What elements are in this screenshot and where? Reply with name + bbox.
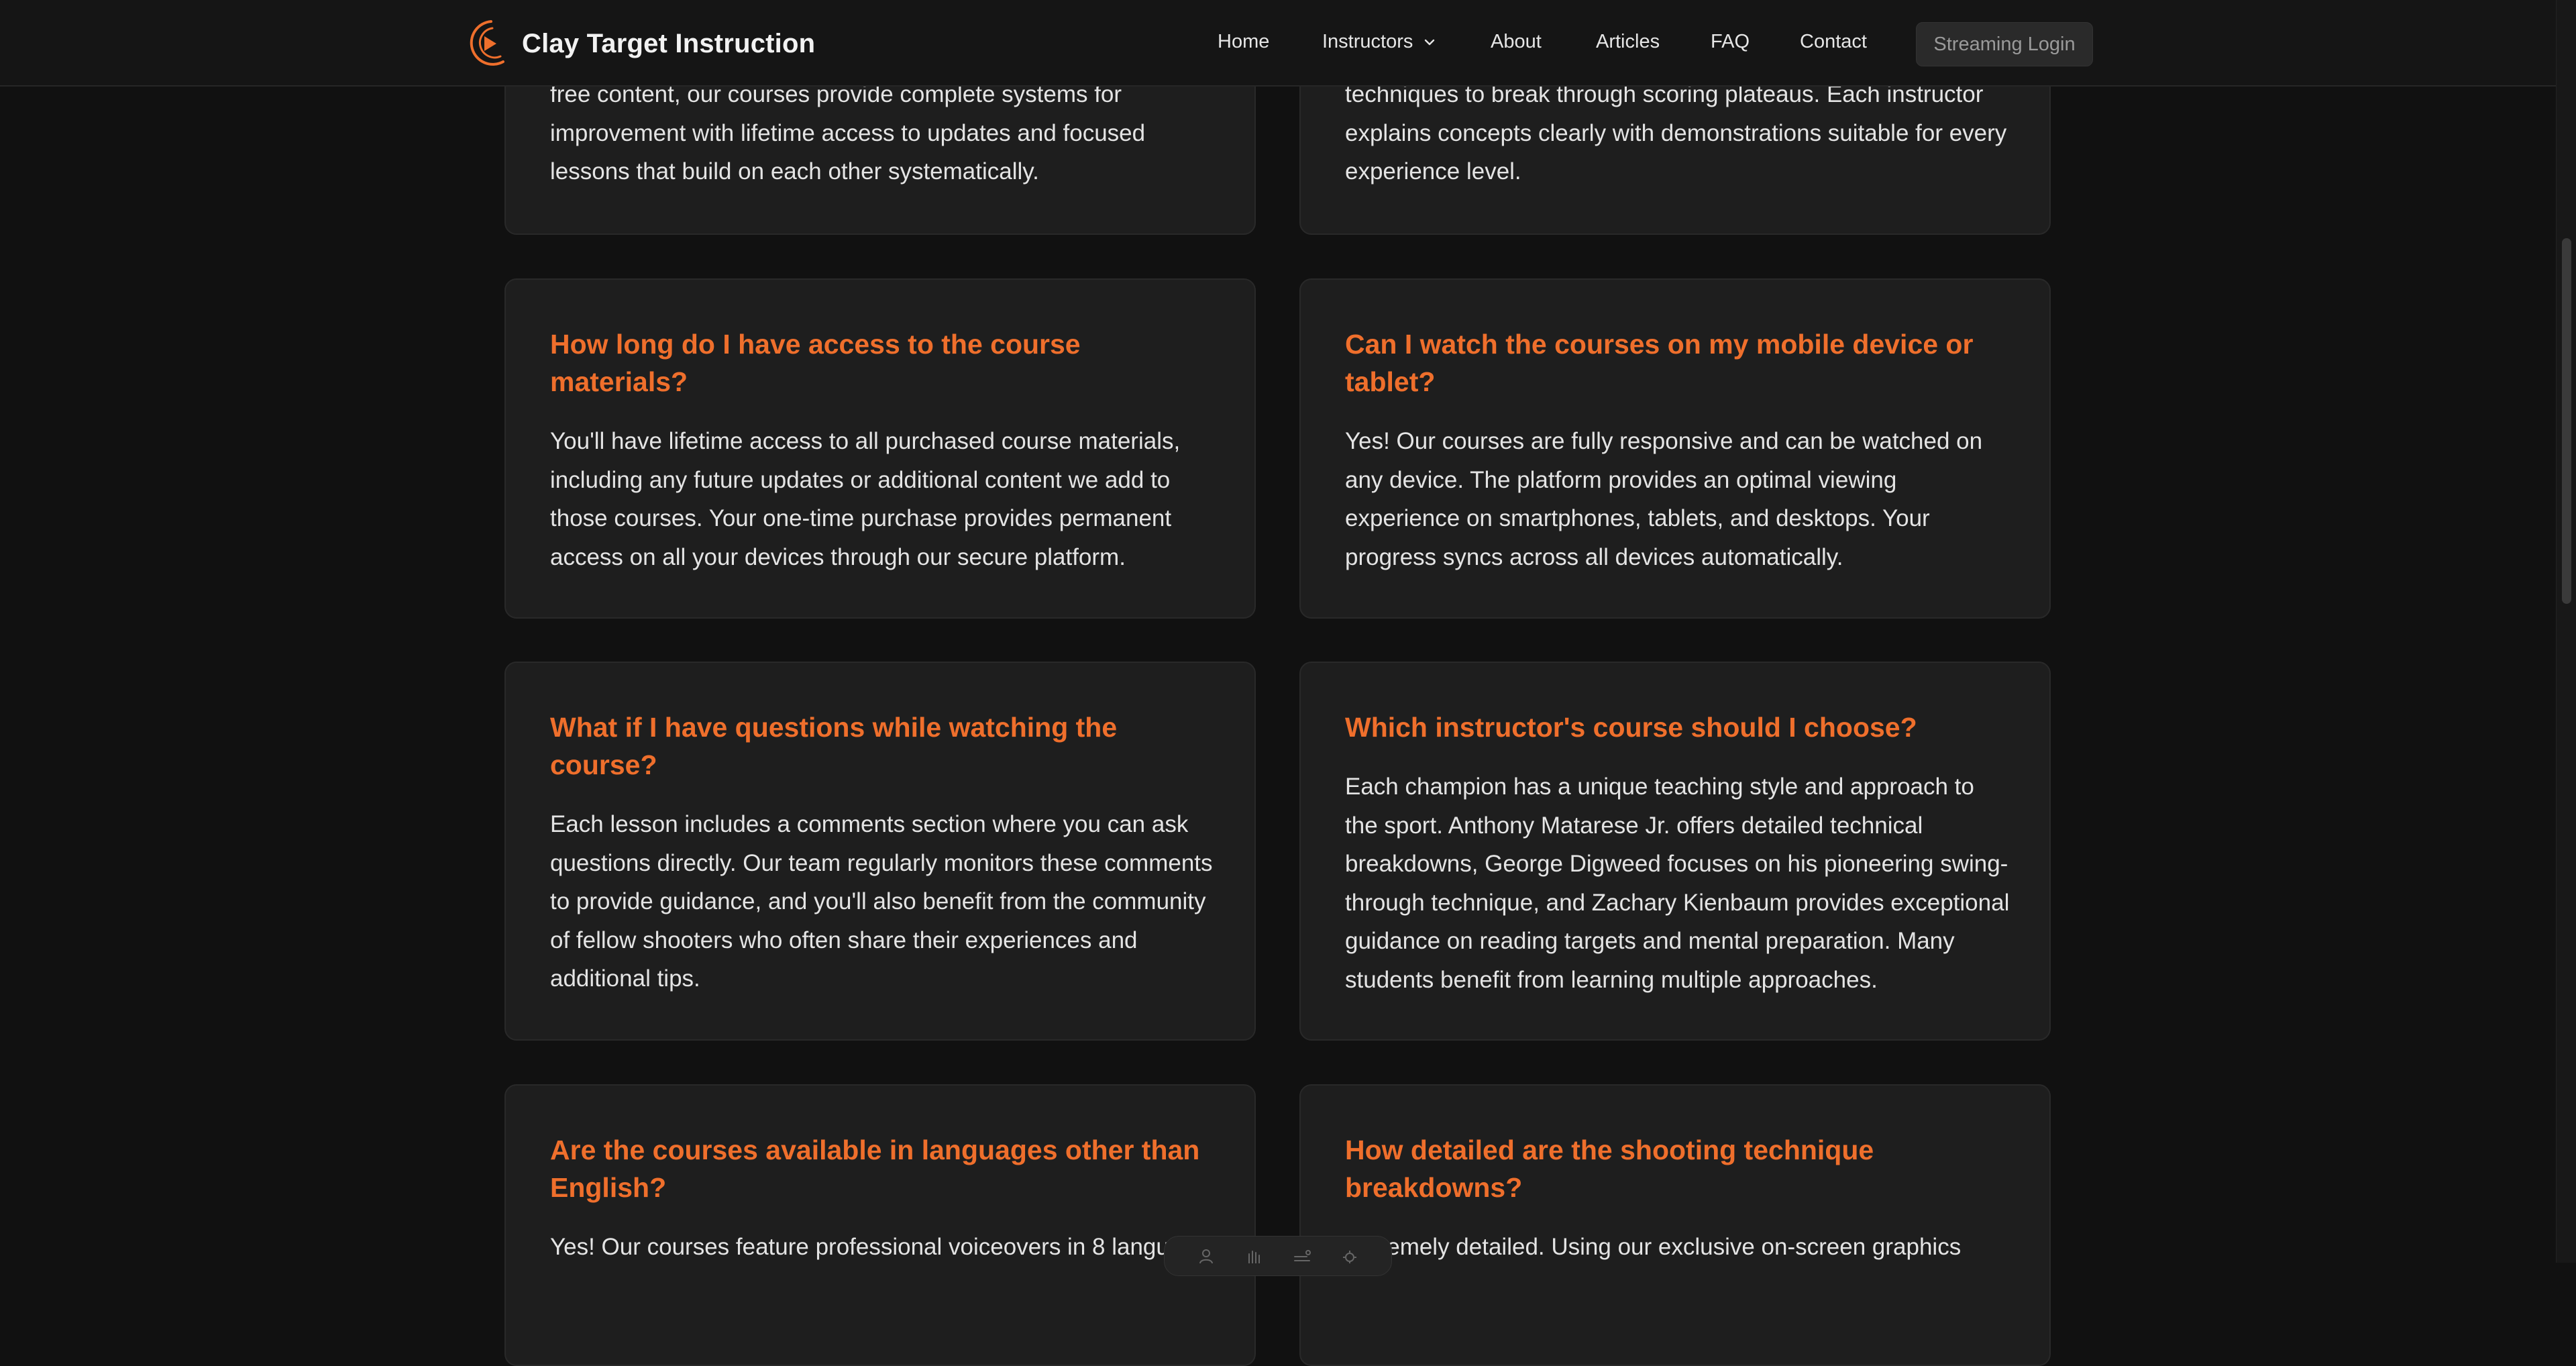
faq-card: Can I watch the courses on my mobile dev…: [1299, 278, 2051, 619]
faq-card: How detailed are the shooting technique …: [1299, 1084, 2051, 1366]
nav-articles[interactable]: Articles: [1596, 31, 1660, 53]
lines-icon[interactable]: [1293, 1249, 1311, 1263]
scrollbar-thumb[interactable]: [2562, 238, 2571, 604]
faq-card: Are the courses available in languages o…: [504, 1084, 1256, 1366]
person-icon[interactable]: [1197, 1249, 1215, 1263]
nav-instructors[interactable]: Instructors: [1322, 31, 1436, 53]
nav-instructors-label: Instructors: [1322, 31, 1413, 52]
faq-question: What if I have questions while watching …: [550, 712, 1118, 780]
faq-question: Are the courses available in languages o…: [550, 1135, 1200, 1203]
main-nav: Home Instructors About Articles FAQ Cont…: [0, 0, 2556, 87]
hand-icon[interactable]: [1245, 1249, 1263, 1263]
faq-answer: Each lesson includes a comments section …: [550, 811, 1213, 992]
faq-answer: Extremely detailed. Using our exclusive …: [1345, 1234, 1962, 1260]
floating-toolbar: [1164, 1236, 1392, 1276]
site-header: Clay Target Instruction Home Instructors…: [0, 0, 2556, 87]
faq-question: How long do I have access to the course …: [550, 329, 1081, 397]
faq-question: Which instructor's course should I choos…: [1345, 712, 1917, 743]
nav-about[interactable]: About: [1491, 31, 1542, 53]
chevron-down-icon: [1425, 39, 1435, 45]
faq-answer: Yes! Our courses feature professional vo…: [550, 1234, 1195, 1260]
faq-question: Can I watch the courses on my mobile dev…: [1345, 329, 1974, 397]
faq-card: How long do I have access to the course …: [504, 278, 1256, 619]
faq-answer: free content, our courses provide comple…: [550, 81, 1146, 185]
nav-faq[interactable]: FAQ: [1711, 31, 1750, 53]
scrollbar[interactable]: [2556, 0, 2576, 1263]
faq-card: Which instructor's course should I choos…: [1299, 662, 2051, 1041]
faq-question: How detailed are the shooting technique …: [1345, 1135, 1874, 1203]
faq-answer: Each champion has a unique teaching styl…: [1345, 774, 2010, 993]
gear-icon[interactable]: [1341, 1249, 1358, 1263]
nav-contact[interactable]: Contact: [1800, 31, 1867, 53]
faq-answer: Yes! Our courses are fully responsive an…: [1345, 428, 1983, 570]
streaming-login-button[interactable]: Streaming Login: [1916, 22, 2093, 66]
faq-card: What if I have questions while watching …: [504, 662, 1256, 1041]
faq-answer: You'll have lifetime access to all purch…: [550, 428, 1181, 570]
nav-home[interactable]: Home: [1218, 31, 1269, 53]
faq-answer: techniques to break through scoring plat…: [1345, 81, 2007, 185]
